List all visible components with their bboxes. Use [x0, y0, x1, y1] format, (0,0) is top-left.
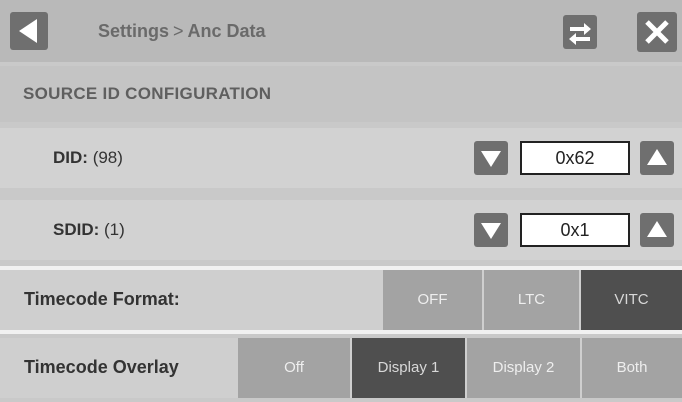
did-name: DID:	[53, 148, 88, 167]
sdid-value-field[interactable]: 0x1	[520, 213, 630, 247]
up-triangle-icon	[647, 149, 667, 165]
timecode-overlay-off-button[interactable]: Off	[238, 338, 350, 398]
breadcrumb-parent[interactable]: Settings	[98, 21, 169, 41]
timecode-format-off-button[interactable]: OFF	[383, 270, 482, 330]
sdid-name: SDID:	[53, 220, 100, 239]
breadcrumb-current: Anc Data	[187, 21, 266, 41]
sdid-row: SDID: (1) 0x1	[0, 200, 682, 260]
section-title: SOURCE ID CONFIGURATION	[23, 84, 272, 103]
close-icon	[645, 20, 669, 44]
timecode-overlay-label: Timecode Overlay	[24, 357, 179, 377]
did-decrement-button[interactable]	[474, 141, 508, 175]
did-value-field[interactable]: 0x62	[520, 141, 630, 175]
timecode-format-row: Timecode Format: OFF LTC VITC	[0, 270, 682, 330]
did-label: DID: (98)	[53, 148, 123, 168]
swap-arrows-icon	[569, 23, 591, 45]
timecode-format-label: Timecode Format:	[24, 289, 180, 309]
timecode-overlay-both-button[interactable]: Both	[582, 338, 682, 398]
section-header: SOURCE ID CONFIGURATION	[0, 66, 682, 122]
timecode-overlay-row: Timecode Overlay Off Display 1 Display 2…	[0, 338, 682, 398]
down-triangle-icon	[481, 151, 501, 167]
did-row: DID: (98) 0x62	[0, 128, 682, 188]
timecode-overlay-display2-button[interactable]: Display 2	[467, 338, 580, 398]
timecode-format-ltc-button[interactable]: LTC	[484, 270, 579, 330]
timecode-overlay-display1-button[interactable]: Display 1	[352, 338, 465, 398]
back-arrow-icon	[19, 19, 37, 43]
did-decimal: (98)	[92, 148, 123, 167]
breadcrumb-separator: >	[173, 21, 184, 41]
breadcrumb: Settings > Anc Data	[98, 18, 266, 44]
sdid-decimal: (1)	[104, 220, 125, 239]
close-button[interactable]	[637, 12, 677, 52]
up-triangle-icon	[647, 221, 667, 237]
timecode-format-vitc-button[interactable]: VITC	[581, 270, 682, 330]
back-button[interactable]	[10, 12, 48, 50]
swap-button[interactable]	[563, 15, 597, 49]
sdid-label: SDID: (1)	[53, 220, 125, 240]
divider	[0, 330, 682, 334]
title-bar: Settings > Anc Data	[0, 0, 682, 62]
sdid-decrement-button[interactable]	[474, 213, 508, 247]
did-increment-button[interactable]	[640, 141, 674, 175]
sdid-increment-button[interactable]	[640, 213, 674, 247]
down-triangle-icon	[481, 223, 501, 239]
